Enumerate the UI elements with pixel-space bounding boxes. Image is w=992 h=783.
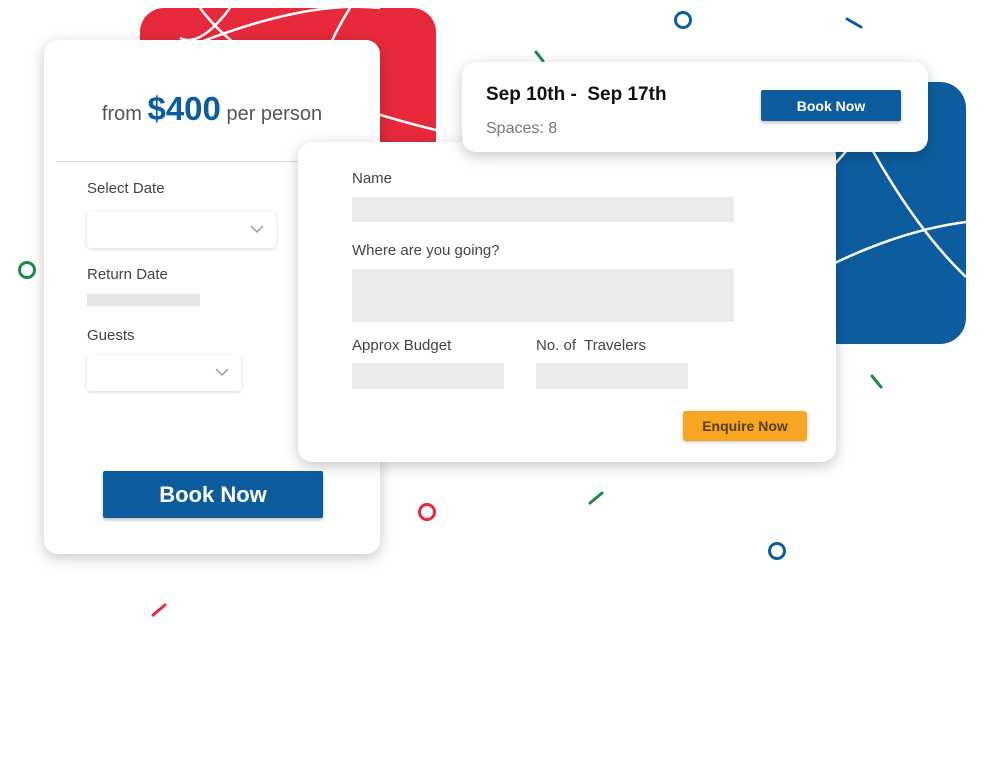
confetti-circle-red — [418, 503, 436, 521]
return-date-field[interactable] — [87, 294, 200, 306]
budget-label: Approx Budget — [352, 337, 452, 354]
select-date-dropdown[interactable] — [87, 212, 276, 248]
book-now-button-small[interactable]: Book Now — [761, 90, 901, 121]
enquire-now-button[interactable]: Enquire Now — [683, 411, 807, 441]
confetti-dash-green — [870, 374, 883, 389]
confetti-circle-green — [18, 261, 36, 279]
spaces-count: Spaces: 8 — [486, 120, 558, 137]
price-suffix: per person — [226, 103, 323, 125]
enquiry-card: Name Where are you going? Approx Budget … — [298, 142, 836, 462]
guests-dropdown[interactable] — [87, 355, 241, 391]
chevron-down-icon — [250, 225, 264, 234]
destination-label: Where are you going? — [352, 242, 500, 259]
confetti-circle-blue — [768, 542, 786, 560]
select-date-label: Select Date — [87, 180, 165, 197]
travelers-input[interactable] — [536, 363, 688, 389]
guests-label: Guests — [87, 327, 135, 344]
chevron-down-icon — [215, 368, 229, 377]
confetti-circle-blue — [674, 11, 692, 29]
price-prefix: from — [101, 103, 142, 125]
confetti-dash-green — [534, 50, 545, 63]
book-now-button[interactable]: Book Now — [103, 471, 323, 518]
name-label: Name — [352, 170, 393, 187]
date-range: Sep 10th - Sep 17th — [486, 84, 667, 105]
confetti-dash-red — [151, 603, 167, 617]
budget-input[interactable] — [352, 363, 504, 389]
return-date-label: Return Date — [87, 266, 168, 283]
destination-input[interactable] — [352, 269, 734, 322]
price-amount: $400 — [147, 90, 221, 127]
confetti-dash-green — [588, 491, 604, 505]
name-input[interactable] — [352, 197, 734, 222]
confetti-dash-blue — [845, 17, 863, 29]
price-line: from $400 per person — [44, 90, 380, 128]
dates-card: Sep 10th - Sep 17th Spaces: 8 Book Now — [462, 62, 928, 152]
travelers-label: No. of Travelers — [536, 337, 647, 354]
